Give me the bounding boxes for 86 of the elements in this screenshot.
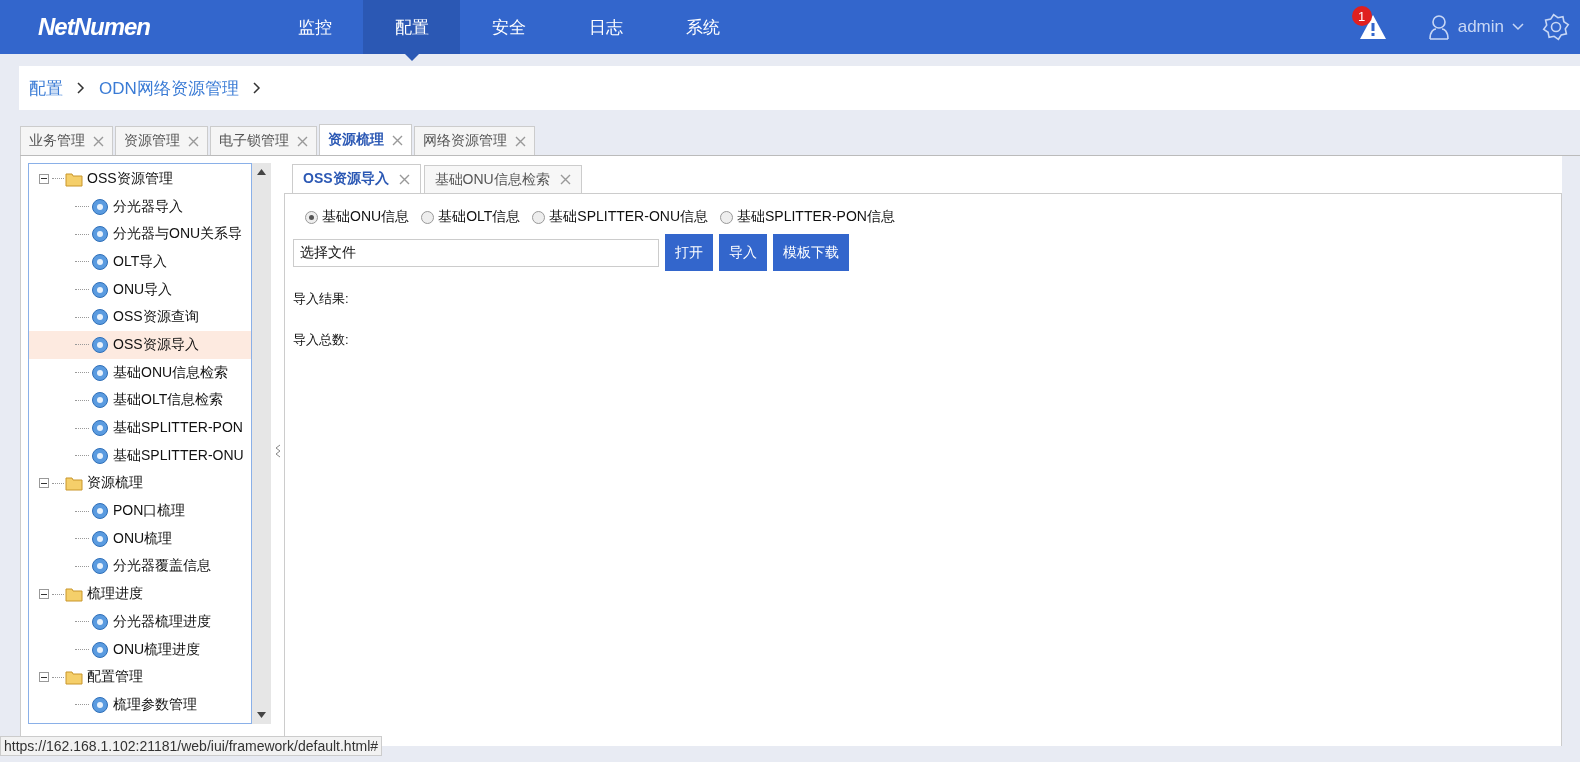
nav-item[interactable]: 日志 [557,0,654,54]
radio-button[interactable] [532,210,546,224]
action-button[interactable]: 模板下载 [773,234,849,271]
tree-item[interactable]: ONU梳理 [29,524,251,553]
tree-node[interactable]: 配置管理 [29,663,251,692]
file-path-field[interactable]: 选择文件 [293,238,659,267]
collapse-toggle[interactable] [39,173,49,184]
settings-icon[interactable] [1542,13,1570,41]
status-url: https://162.168.1.102:21181/web/iui/framework/default.html# [0,736,383,756]
collapse-toggle[interactable] [39,672,49,683]
chevron-down-icon[interactable] [1512,23,1524,31]
tab-label[interactable]: 电子锁管理 [219,132,289,150]
close-icon[interactable] [93,135,104,147]
close-icon[interactable] [188,135,199,147]
tree-node[interactable]: OSS资源管理 [29,165,251,193]
tree-item[interactable]: 基础SPLITTER-ONU [29,441,251,470]
tab[interactable]: 电子锁管理 [210,126,317,155]
radio-option[interactable]: 基础SPLITTER-PON信息 [720,208,895,226]
tree-item[interactable]: PON口梳理 [29,497,251,525]
notification-badge: 1 [1351,6,1372,26]
folder-icon [65,669,83,686]
tree-label[interactable]: 梳理进度 [87,585,143,604]
tree-label[interactable]: OSS资源管理 [87,169,173,188]
radio-button[interactable] [720,210,733,224]
radio-option[interactable]: 基础OLT信息 [421,208,521,226]
tab[interactable]: 资源管理 [115,126,208,155]
nav-item[interactable]: 系统 [654,0,751,54]
tree-item[interactable]: 基础ONU信息检索 [29,358,251,387]
close-icon[interactable] [392,134,403,146]
tree-item[interactable]: ONU梳理进度 [29,635,251,664]
folder-icon [65,475,83,492]
radio-option[interactable]: 基础ONU信息 [305,208,410,226]
radio-button[interactable] [421,210,435,224]
breadcrumb-link[interactable]: ODN网络资源管理 [99,76,239,100]
tree-item[interactable]: 分光器覆盖信息 [29,552,251,581]
nav-item[interactable]: 安全 [460,0,557,54]
collapse-toggle[interactable] [39,478,49,489]
tab-label[interactable]: 网络资源管理 [423,132,507,150]
breadcrumb-link[interactable]: 配置 [29,76,63,100]
scrollbar[interactable] [252,163,271,724]
scroll-down-icon[interactable] [257,712,266,718]
logo: NetNumen [37,12,151,42]
tree-node[interactable]: 资源梳理 [29,469,251,498]
tree-item[interactable]: 分光器导入 [29,192,251,221]
radio-option[interactable]: 基础SPLITTER-ONU信息 [532,208,708,226]
close-icon[interactable] [398,173,410,185]
tree-label[interactable]: 配置管理 [87,668,143,687]
tree-item[interactable]: OSS资源查询 [29,303,251,332]
tab-label[interactable]: 资源管理 [124,132,180,150]
chevron-right-icon [77,82,85,94]
tab[interactable]: OSS资源导入 [292,164,421,193]
action-button[interactable]: 打开 [665,234,713,271]
tree-label[interactable]: 资源梳理 [87,474,143,493]
tab-label[interactable]: 基础ONU信息检索 [434,170,550,189]
collapse-toggle[interactable] [39,589,49,600]
tree-item[interactable]: OSS资源导入 [29,331,251,359]
radio-button[interactable] [305,210,318,224]
folder-icon [65,586,83,603]
scroll-up-icon[interactable] [257,169,266,175]
tree-item[interactable]: 梳理参数管理 [29,691,251,719]
close-icon[interactable] [297,135,308,147]
tab[interactable]: 网络资源管理 [414,126,535,155]
tree-item[interactable]: 分光器与ONU关系导 [29,220,251,249]
user-name[interactable]: admin [1457,17,1504,37]
splitter-handle-icon[interactable] [275,444,281,458]
tree-item[interactable]: OLT导入 [29,248,251,276]
tree-item[interactable]: 基础SPLITTER-PON [29,414,251,442]
tab[interactable]: 资源梳理 [319,124,412,155]
tab-label[interactable]: 资源梳理 [328,131,384,149]
tree-item[interactable]: 分光器梳理进度 [29,608,251,636]
tab-label[interactable]: OSS资源导入 [303,170,389,188]
nav-item[interactable]: 监控 [266,0,363,54]
tab[interactable]: 业务管理 [20,126,113,155]
tab-label[interactable]: 业务管理 [29,132,85,150]
user-icon[interactable] [1427,14,1450,40]
close-icon[interactable] [559,174,571,185]
result-label: 导入总数: [293,331,350,349]
tree-item[interactable]: 基础OLT信息检索 [29,386,251,415]
action-button[interactable]: 导入 [719,234,767,271]
tree-node[interactable]: 梳理进度 [29,580,251,608]
chevron-right-icon [252,82,261,94]
tree-item[interactable]: ONU导入 [29,275,251,304]
close-icon[interactable] [515,135,526,147]
result-label: 导入结果: [293,290,350,308]
folder-icon [65,170,83,187]
tab[interactable]: 基础ONU信息检索 [423,165,582,193]
